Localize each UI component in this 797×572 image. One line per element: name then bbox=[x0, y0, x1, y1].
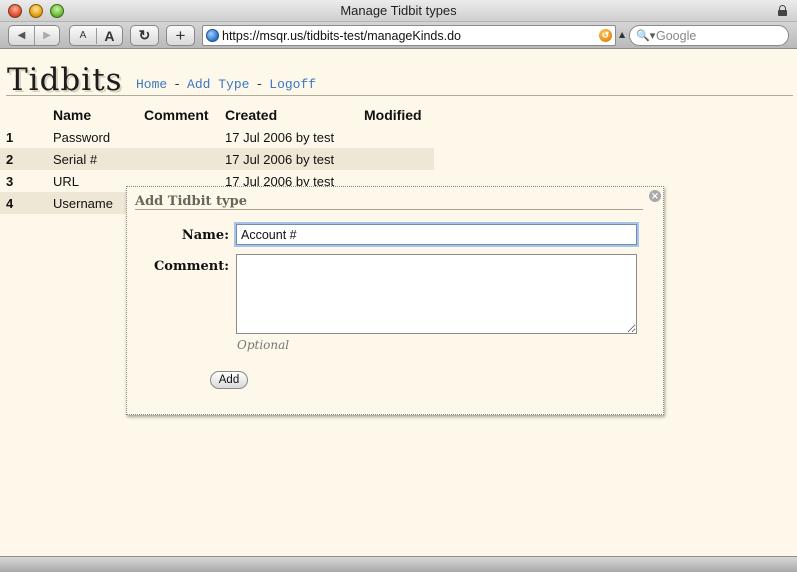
optional-hint: Optional bbox=[237, 338, 290, 352]
search-placeholder: Google bbox=[656, 28, 697, 43]
site-logo: Tidbits bbox=[7, 62, 123, 98]
snapback-icon[interactable]: ↺ bbox=[599, 29, 612, 42]
dialog-divider bbox=[135, 209, 643, 210]
search-icon[interactable]: 🔍▾ bbox=[636, 29, 655, 42]
browser-toolbar: ◀ ▶ A A ↻ + https://msqr.us/tidbits-test… bbox=[0, 22, 797, 49]
back-button[interactable]: ◀ bbox=[9, 26, 34, 45]
close-icon[interactable]: × bbox=[649, 190, 661, 202]
row-created: 17 Jul 2006 by test bbox=[225, 129, 335, 145]
column-header-number bbox=[0, 104, 53, 126]
forward-button[interactable]: ▶ bbox=[33, 26, 59, 45]
url-text: https://msqr.us/tidbits-test/manageKinds… bbox=[222, 28, 462, 43]
nav-add-type-link[interactable]: Add Type bbox=[187, 77, 249, 92]
row-number: 3 bbox=[6, 173, 14, 189]
row-number: 1 bbox=[6, 129, 14, 145]
name-label: Name: bbox=[181, 228, 229, 243]
chevron-up-icon[interactable]: ▲ bbox=[619, 30, 625, 39]
row-modified bbox=[364, 148, 434, 170]
table-row[interactable]: 2 Serial # 17 Jul 2006 by test bbox=[0, 148, 434, 170]
table-header-row: Name Comment Created Modified bbox=[0, 104, 434, 126]
row-modified bbox=[364, 126, 434, 148]
column-header-created[interactable]: Created bbox=[225, 104, 364, 126]
text-size-buttons: A A bbox=[69, 25, 123, 46]
row-name[interactable]: Serial # bbox=[53, 148, 144, 170]
add-tidbit-type-dialog: Add Tidbit type × Name: Comment: Optiona… bbox=[126, 186, 664, 415]
add-bookmark-button[interactable]: + bbox=[166, 25, 195, 46]
text-smaller-button[interactable]: A bbox=[70, 30, 96, 41]
row-number: 2 bbox=[0, 148, 53, 170]
table-row[interactable]: 1 Password 17 Jul 2006 by test bbox=[0, 126, 434, 148]
nav-separator: - bbox=[255, 77, 264, 92]
title-bar: Manage Tidbit types bbox=[0, 0, 797, 22]
name-field[interactable] bbox=[236, 224, 637, 245]
back-forward-buttons: ◀ ▶ bbox=[8, 25, 60, 46]
nav-separator: - bbox=[173, 77, 182, 92]
reload-button[interactable]: ↻ bbox=[130, 25, 159, 46]
search-input[interactable]: 🔍▾ Google bbox=[629, 25, 789, 46]
row-comment bbox=[144, 148, 225, 170]
nav-home-link[interactable]: Home bbox=[136, 77, 167, 92]
comment-field[interactable] bbox=[236, 254, 637, 334]
add-button[interactable]: Add bbox=[210, 371, 248, 389]
column-header-name[interactable]: Name bbox=[53, 104, 144, 126]
column-header-modified[interactable]: Modified bbox=[364, 104, 434, 126]
header-divider bbox=[6, 95, 793, 96]
window-bottom-bar bbox=[0, 556, 797, 572]
address-bar[interactable]: https://msqr.us/tidbits-test/manageKinds… bbox=[202, 25, 616, 46]
row-created: 17 Jul 2006 by test bbox=[225, 148, 364, 170]
globe-icon bbox=[206, 29, 219, 42]
text-bigger-button[interactable]: A bbox=[95, 27, 122, 44]
window-title: Manage Tidbit types bbox=[340, 3, 457, 18]
row-comment bbox=[144, 126, 225, 148]
row-name[interactable]: Password bbox=[53, 126, 144, 148]
dialog-title: Add Tidbit type bbox=[135, 194, 247, 209]
row-number: 4 bbox=[0, 192, 53, 214]
comment-label: Comment: bbox=[153, 259, 229, 274]
lock-icon bbox=[778, 5, 787, 16]
top-nav: Home - Add Type - Logoff bbox=[136, 77, 316, 92]
column-header-comment[interactable]: Comment bbox=[144, 104, 225, 126]
nav-logoff-link[interactable]: Logoff bbox=[269, 77, 316, 92]
